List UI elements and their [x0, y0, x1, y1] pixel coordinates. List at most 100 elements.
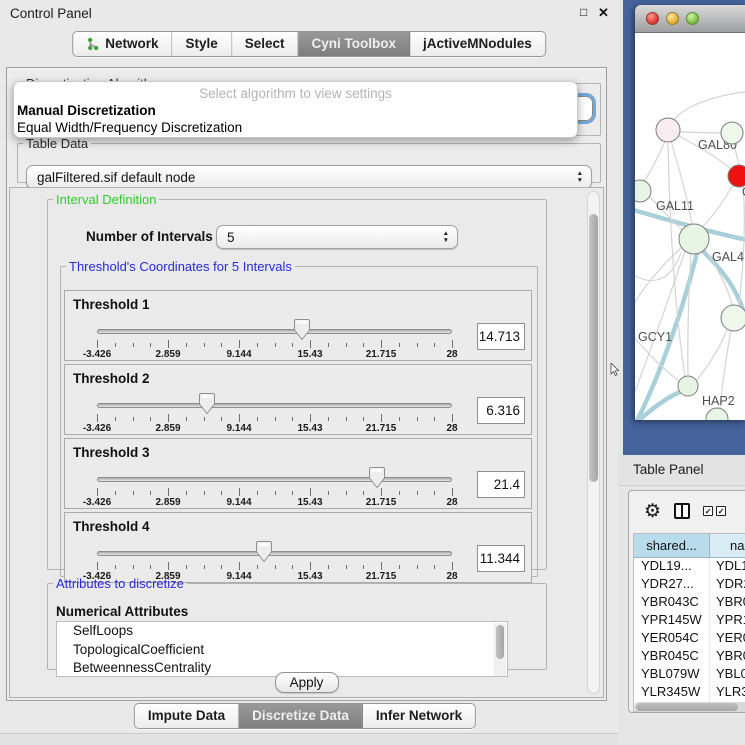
interval-definition-group: Interval Definition Number of Intervals …: [47, 192, 547, 570]
network-edge[interactable]: [673, 91, 745, 121]
network-graph: GAL80GACGAL11GAL4GCY1HHAP2: [635, 33, 745, 420]
slider-track[interactable]: [97, 477, 452, 482]
slider-tick-labels: -3.4262.8599.14415.4321.71528: [97, 423, 452, 434]
tab-label: Select: [245, 36, 285, 51]
table-row[interactable]: YBR043CYBR0: [634, 594, 745, 612]
cell-shared-name: YDR27...: [634, 576, 710, 594]
network-edge[interactable]: [688, 254, 691, 376]
mouse-cursor: [610, 363, 620, 377]
tab-infer-network[interactable]: Infer Network: [363, 704, 475, 728]
network-edge[interactable]: [702, 185, 733, 227]
cell-name: YLR3: [710, 684, 745, 702]
network-node-h[interactable]: [721, 305, 745, 331]
slider-track[interactable]: [97, 403, 452, 408]
list-scrollbar[interactable]: [494, 623, 506, 677]
table-data-select[interactable]: galFiltered.sif default node ▲▼: [26, 165, 592, 189]
apply-button[interactable]: Apply: [275, 672, 339, 693]
slider-track[interactable]: [97, 329, 452, 334]
zoom-traffic-light-icon[interactable]: [686, 12, 699, 25]
tab-cyni-toolbox[interactable]: Cyni Toolbox: [299, 32, 411, 56]
network-canvas[interactable]: GAL80GACGAL11GAL4GCY1HHAP2: [635, 33, 745, 420]
network-node-gal80[interactable]: [656, 118, 680, 142]
numerical-attributes-list[interactable]: SelfLoopsTopologicalCoefficientBetweenne…: [56, 621, 508, 677]
tab-label: Impute Data: [148, 708, 225, 723]
table-row[interactable]: YER054CYER0: [634, 630, 745, 648]
cyni-toolbox-panel: Discretization Algorithm Select algorith…: [6, 67, 607, 701]
threshold-card-2: Threshold 2 -3.4262.8599.14415.4321.71528…: [64, 364, 532, 435]
node-table[interactable]: shared... na YDL19...YDL1YDR27...YDR2YBR…: [633, 533, 745, 712]
cell-shared-name: YLR345W: [634, 684, 710, 702]
attribute-item-selfloops[interactable]: SelfLoops: [57, 622, 507, 641]
control-panel: Control Panel □ ✕ NetworkStyle Select Cyni…: [0, 0, 618, 745]
table-row[interactable]: YLR345WYLR3: [634, 684, 745, 702]
network-node-c[interactable]: [728, 165, 745, 187]
tab-discretize-data[interactable]: Discretize Data: [239, 704, 363, 728]
number-of-intervals-select[interactable]: 5 ▲▼: [216, 225, 458, 249]
table-row[interactable]: YBR045CYBR0: [634, 648, 745, 666]
slider-handle[interactable]: [368, 466, 386, 489]
node-label: GCY1: [638, 330, 672, 344]
network-node-ga[interactable]: [721, 122, 743, 144]
network-node-gal4[interactable]: [679, 224, 709, 254]
column-header-name[interactable]: na: [710, 534, 745, 557]
slider-ticks: [97, 488, 452, 497]
slider-ticks: [97, 340, 452, 349]
threshold-value-field[interactable]: 11.344: [477, 545, 525, 572]
panel-scrollbar[interactable]: [587, 191, 600, 694]
network-edge[interactable]: [739, 186, 744, 305]
thresholds-legend: Threshold's Coordinates for 5 Intervals: [66, 259, 295, 274]
tab-network[interactable]: Network: [73, 32, 172, 56]
table-toolbar: ⚙ ✓✓: [629, 491, 745, 531]
table-data-legend: Table Data: [23, 136, 91, 151]
tab-style[interactable]: Style: [172, 32, 231, 56]
table-row[interactable]: YDR27...YDR2: [634, 576, 745, 594]
slider-handle[interactable]: [293, 318, 311, 341]
algorithm-placeholder-option[interactable]: Select algorithm to view settings: [14, 86, 577, 101]
gear-icon[interactable]: ⚙: [644, 502, 661, 521]
slider-ticks: [97, 414, 452, 423]
slider-handle[interactable]: [198, 392, 216, 415]
network-edge[interactable]: [696, 330, 727, 381]
network-edge[interactable]: [680, 132, 721, 133]
close-traffic-light-icon[interactable]: [646, 12, 659, 25]
tab-impute-data[interactable]: Impute Data: [135, 704, 239, 728]
cell-shared-name: YPR145W: [634, 612, 710, 630]
table-row[interactable]: YBL079WYBL0: [634, 666, 745, 684]
slider-track[interactable]: [97, 551, 452, 556]
slider-handle[interactable]: [255, 540, 273, 563]
cell-name: YPR1: [710, 612, 745, 630]
network-window-titlebar[interactable]: [635, 5, 745, 33]
statusbar-area: [0, 734, 618, 745]
minimize-traffic-light-icon[interactable]: [666, 12, 679, 25]
control-panel-titlebar: Control Panel □ ✕: [0, 0, 618, 26]
network-node-gal11[interactable]: [635, 180, 651, 202]
table-row[interactable]: YDL19...YDL1: [634, 558, 745, 576]
table-horizontal-scrollbar[interactable]: [634, 702, 745, 712]
float-icon[interactable]: □: [580, 5, 587, 19]
network-node-hap2[interactable]: [678, 376, 698, 396]
network-edge[interactable]: [644, 141, 665, 181]
node-label: GAL4: [712, 250, 744, 264]
tab-select[interactable]: Select: [232, 32, 299, 56]
algorithm-option-manual[interactable]: Manual Discretization: [17, 103, 156, 118]
algorithm-option-equal-width[interactable]: Equal Width/Frequency Discretization: [17, 120, 242, 135]
threshold-value-field[interactable]: 14.713: [477, 323, 525, 350]
cell-shared-name: YBL079W: [634, 666, 710, 684]
network-view-window[interactable]: GAL80GACGAL11GAL4GCY1HHAP2: [635, 5, 745, 420]
network-node[interactable]: [706, 408, 728, 420]
node-label: GAL11: [656, 199, 694, 213]
network-edge[interactable]: [635, 251, 685, 405]
column-header-shared-name[interactable]: shared...: [634, 534, 710, 557]
threshold-label: Threshold 2: [73, 371, 150, 386]
cell-shared-name: YDL19...: [634, 558, 710, 576]
close-icon[interactable]: ✕: [598, 5, 609, 21]
select-columns-icon[interactable]: ✓✓: [703, 506, 726, 516]
tab-jactivemnodules[interactable]: jActiveMNodules: [410, 32, 545, 56]
threshold-label: Threshold 1: [73, 297, 150, 312]
threshold-value-field[interactable]: 21.4: [477, 471, 525, 498]
attribute-item-topologicalcoefficient[interactable]: TopologicalCoefficient: [57, 641, 507, 660]
column-layout-icon[interactable]: [674, 503, 690, 519]
top-tab-bar: NetworkStyle Select Cyni ToolboxjActiveMNo…: [72, 31, 546, 57]
threshold-value-field[interactable]: 6.316: [477, 397, 525, 424]
table-row[interactable]: YPR145WYPR1: [634, 612, 745, 630]
